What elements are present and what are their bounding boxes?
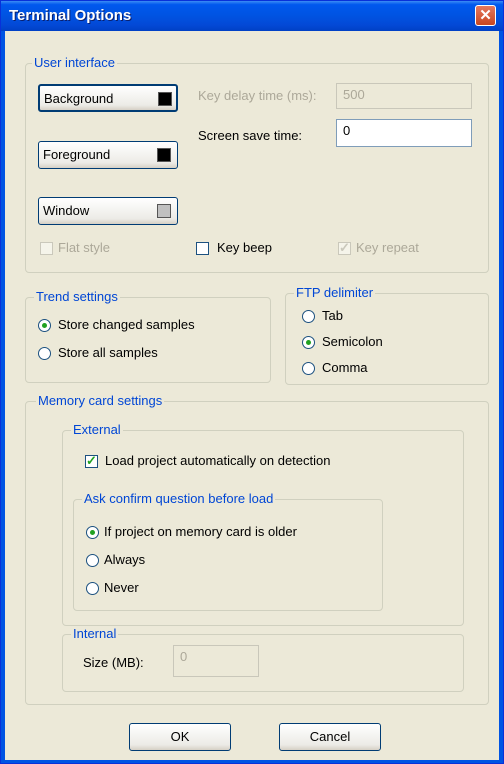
tab-label[interactable]: Tab xyxy=(322,308,343,323)
background-color-swatch xyxy=(158,92,172,106)
comma-label[interactable]: Comma xyxy=(322,360,368,375)
memory-card-group: Memory card settings External ✓ Load pro… xyxy=(25,393,489,705)
key-repeat-label[interactable]: Key repeat xyxy=(356,240,419,255)
screen-save-field[interactable]: 0 xyxy=(336,119,472,147)
semicolon-label[interactable]: Semicolon xyxy=(322,334,383,349)
user-interface-legend: User interface xyxy=(32,55,117,71)
ok-button[interactable]: OK xyxy=(129,723,231,751)
if-older-label[interactable]: If project on memory card is older xyxy=(104,524,297,539)
always-radio[interactable] xyxy=(86,554,99,567)
store-changed-label[interactable]: Store changed samples xyxy=(58,317,195,332)
cancel-button[interactable]: Cancel xyxy=(279,723,381,751)
screen-save-label: Screen save time: xyxy=(198,128,303,143)
always-label[interactable]: Always xyxy=(104,552,145,567)
radio-selected-dot xyxy=(42,323,47,328)
memory-card-legend: Memory card settings xyxy=(36,393,165,409)
internal-legend: Internal xyxy=(71,626,119,642)
checkmark-icon: ✓ xyxy=(339,240,350,255)
close-button[interactable]: ✕ xyxy=(475,5,496,26)
never-label[interactable]: Never xyxy=(104,580,139,595)
ftp-delimiter-group: FTP delimiter Tab Semicolon Comma xyxy=(285,285,489,385)
size-field[interactable]: 0 xyxy=(173,645,259,677)
foreground-color-swatch xyxy=(157,148,171,162)
store-changed-radio[interactable] xyxy=(38,319,51,332)
load-project-label[interactable]: Load project automatically on detection xyxy=(105,453,330,468)
ftp-delimiter-legend: FTP delimiter xyxy=(294,285,376,301)
background-button[interactable]: Background xyxy=(38,84,178,112)
background-button-label: Background xyxy=(44,91,114,106)
window-frame-bottom xyxy=(1,760,503,763)
key-delay-field[interactable]: 500 xyxy=(336,83,472,109)
terminal-options-dialog: Terminal Options ✕ User interface Backgr… xyxy=(0,0,504,764)
window-frame-right xyxy=(499,31,503,763)
external-legend: External xyxy=(71,422,123,438)
semicolon-radio[interactable] xyxy=(302,336,315,349)
title-bar[interactable]: Terminal Options ✕ xyxy=(1,1,503,31)
if-older-radio[interactable] xyxy=(86,526,99,539)
foreground-button[interactable]: Foreground xyxy=(38,141,178,169)
radio-selected-dot xyxy=(90,530,95,535)
internal-group: Internal Size (MB): 0 xyxy=(62,626,464,692)
tab-radio[interactable] xyxy=(302,310,315,323)
flat-style-label[interactable]: Flat style xyxy=(58,240,110,255)
cancel-button-label: Cancel xyxy=(309,729,351,744)
window-button[interactable]: Window xyxy=(38,197,178,225)
key-repeat-checkbox[interactable]: ✓ xyxy=(338,240,351,255)
foreground-button-label: Foreground xyxy=(43,147,111,162)
size-label: Size (MB): xyxy=(83,655,144,670)
external-group: External ✓ Load project automatically on… xyxy=(62,422,464,626)
key-delay-label: Key delay time (ms): xyxy=(198,88,317,103)
user-interface-group: User interface Background Foreground Win… xyxy=(25,55,489,273)
trend-settings-group: Trend settings Store changed samples Sto… xyxy=(25,289,271,383)
load-project-checkbox[interactable]: ✓ xyxy=(85,453,98,468)
radio-selected-dot xyxy=(306,340,311,345)
window-frame-left xyxy=(1,31,5,763)
checkmark-icon: ✓ xyxy=(86,453,97,468)
ok-button-label: OK xyxy=(170,729,190,744)
window-color-swatch xyxy=(157,204,171,218)
comma-radio[interactable] xyxy=(302,362,315,375)
close-icon: ✕ xyxy=(479,7,492,24)
window-button-label: Window xyxy=(43,203,90,218)
dialog-title: Terminal Options xyxy=(9,7,132,24)
key-beep-checkbox[interactable] xyxy=(196,242,209,255)
store-all-label[interactable]: Store all samples xyxy=(58,345,158,360)
ask-confirm-group: Ask confirm question before load If proj… xyxy=(73,491,383,611)
flat-style-checkbox[interactable] xyxy=(40,242,53,255)
store-all-radio[interactable] xyxy=(38,347,51,360)
never-radio[interactable] xyxy=(86,582,99,595)
key-beep-label[interactable]: Key beep xyxy=(217,240,272,255)
trend-settings-legend: Trend settings xyxy=(34,289,120,305)
ask-confirm-legend: Ask confirm question before load xyxy=(82,491,276,507)
